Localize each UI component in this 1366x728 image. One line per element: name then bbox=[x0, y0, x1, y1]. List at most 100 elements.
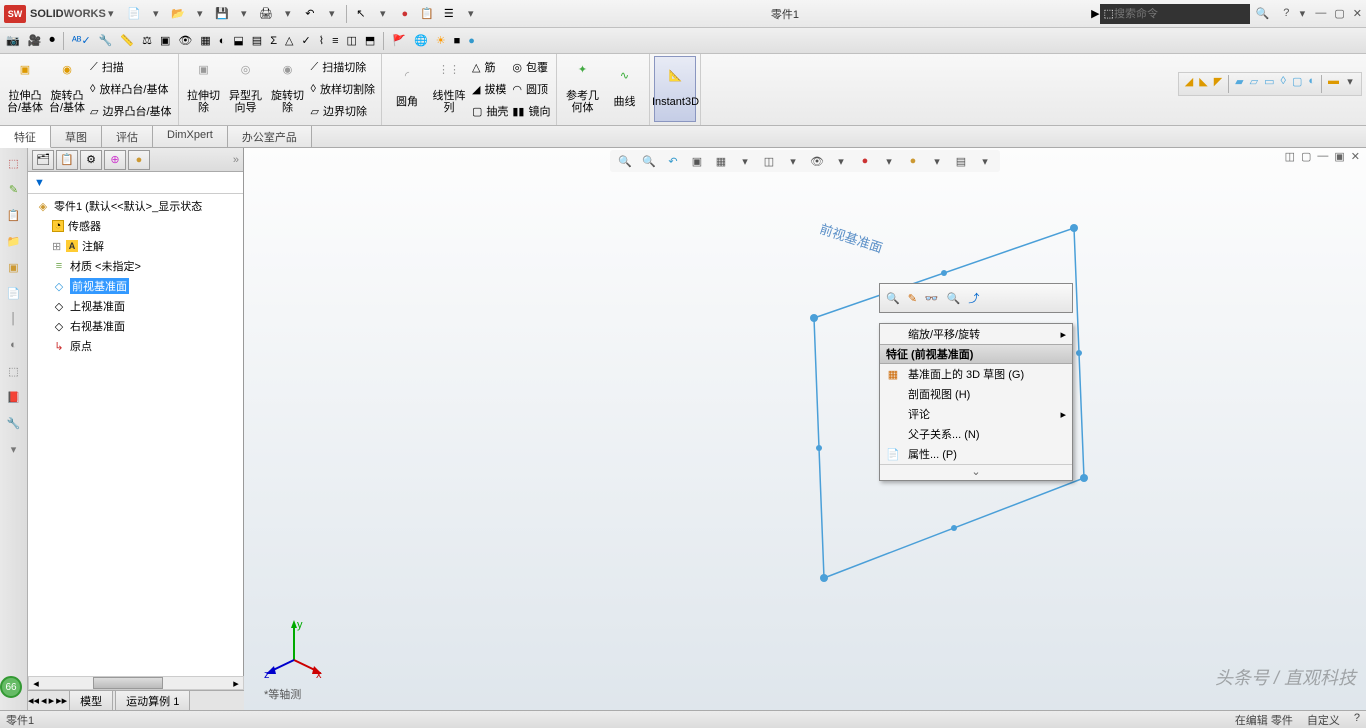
normal-to-icon[interactable]: 👓 bbox=[925, 292, 939, 305]
spellcheck-icon[interactable]: ᴬᴮ✓ bbox=[72, 34, 91, 47]
align-icon[interactable]: ▤ bbox=[252, 34, 262, 47]
surf-icon[interactable]: ◣ bbox=[1199, 75, 1207, 93]
dropdown-icon[interactable]: ▾ bbox=[236, 6, 252, 22]
ctx-parent-child[interactable]: 父子关系... (N) bbox=[880, 424, 1072, 444]
eye-icon[interactable]: 👁 bbox=[178, 34, 192, 47]
dome-button[interactable]: ◠圆顶 bbox=[510, 78, 552, 100]
view-orient-icon[interactable]: ▦ bbox=[712, 152, 730, 170]
dropdown-icon[interactable]: ▾ bbox=[148, 6, 164, 22]
ctx-comment[interactable]: 评论▸ bbox=[880, 404, 1072, 424]
menu-dropdown-icon[interactable]: ▾ bbox=[106, 7, 116, 20]
surf-icon[interactable]: ▭ bbox=[1264, 75, 1274, 93]
draft-button[interactable]: ◢拔模 bbox=[470, 78, 510, 100]
surf-icon[interactable]: ▢ bbox=[1292, 75, 1302, 93]
status-custom[interactable]: 自定义 bbox=[1307, 712, 1340, 728]
select-icon[interactable]: ↖ bbox=[353, 6, 369, 22]
hide-show-icon[interactable]: 👁 bbox=[808, 152, 826, 170]
fm-filter[interactable]: ▼ bbox=[28, 172, 243, 194]
line-icon[interactable]: │ bbox=[5, 310, 23, 328]
tab-model[interactable]: 模型 bbox=[69, 690, 113, 712]
sun-icon[interactable]: ☀ bbox=[436, 34, 446, 47]
ctx-properties[interactable]: 📄属性... (P) bbox=[880, 444, 1072, 464]
customize-icon[interactable]: ☰ bbox=[441, 6, 457, 22]
help-icon[interactable]: ? bbox=[1283, 7, 1289, 20]
clipboard-icon[interactable]: 📋 bbox=[5, 206, 23, 224]
check-icon[interactable]: ✓ bbox=[301, 34, 310, 47]
globe-icon[interactable]: 🌐 bbox=[414, 34, 428, 47]
sigma-icon[interactable]: Σ bbox=[270, 35, 277, 47]
video-icon[interactable]: 🎥 bbox=[28, 34, 42, 47]
tab-evaluate[interactable]: 评估 bbox=[102, 126, 153, 147]
tree-sensors[interactable]: ◔传感器 bbox=[28, 216, 243, 236]
box-icon[interactable]: ▣ bbox=[5, 258, 23, 276]
options-icon[interactable]: 📋 bbox=[419, 6, 435, 22]
deviation-icon[interactable]: △ bbox=[285, 34, 293, 47]
import-diag-icon[interactable]: ⬒ bbox=[365, 34, 375, 47]
appearance-icon[interactable]: ● bbox=[856, 152, 874, 170]
minimize-icon[interactable]: — bbox=[1315, 7, 1326, 20]
book-icon[interactable]: 📕 bbox=[5, 388, 23, 406]
fm-horizontal-scrollbar[interactable]: ◂▸ bbox=[28, 676, 244, 690]
surf-icon[interactable]: ▬ bbox=[1328, 75, 1339, 93]
tree-material[interactable]: ≡材质 <未指定> bbox=[28, 256, 243, 276]
rib-button[interactable]: △筋 bbox=[470, 56, 510, 78]
close-icon[interactable]: ✕ bbox=[1353, 7, 1362, 20]
tree-root[interactable]: ◈零件1 (默认<<默认>_显示状态 bbox=[28, 196, 243, 216]
measure-icon[interactable]: 📏 bbox=[120, 34, 134, 47]
sweep-cut-button[interactable]: ⟋扫描切除 bbox=[309, 56, 377, 78]
open-icon[interactable]: 📂 bbox=[170, 6, 186, 22]
wrap-button[interactable]: ◎包覆 bbox=[510, 56, 552, 78]
ref-geometry-button[interactable]: ✦参考几何体 bbox=[561, 56, 603, 122]
surf-icon[interactable]: ◐ bbox=[1308, 75, 1315, 93]
edit-sketch-icon[interactable]: ✎ bbox=[908, 292, 917, 305]
surf-icon[interactable]: ◢ bbox=[1185, 75, 1193, 93]
fillet-button[interactable]: ◜圆角 bbox=[386, 56, 428, 122]
status-help-icon[interactable]: ? bbox=[1354, 712, 1360, 728]
sketch-icon[interactable]: ✎ bbox=[5, 180, 23, 198]
vp-close-icon[interactable]: ✕ bbox=[1351, 150, 1360, 163]
vp-restore-icon[interactable]: ◫ bbox=[1285, 150, 1295, 163]
pattern-button[interactable]: ⋮⋮线性阵列 bbox=[428, 56, 470, 122]
dropdown-icon[interactable]: ▾ bbox=[280, 6, 296, 22]
zoom-area-icon[interactable]: 🔍 bbox=[640, 152, 658, 170]
boundary-cut-button[interactable]: ▱边界切除 bbox=[309, 100, 377, 122]
surf-icon[interactable]: ◤ bbox=[1214, 75, 1222, 93]
sweep-button[interactable]: ⟋扫描 bbox=[88, 56, 174, 78]
tab-dimxpert[interactable]: DimXpert bbox=[153, 126, 228, 147]
dropdown-icon[interactable]: ▾ bbox=[324, 6, 340, 22]
display-style-icon[interactable]: ◫ bbox=[760, 152, 778, 170]
sphere-icon[interactable]: ● bbox=[468, 35, 475, 47]
camera-icon[interactable]: 📷 bbox=[6, 34, 20, 47]
ctx-3d-sketch[interactable]: ▦基准面上的 3D 草图 (G) bbox=[880, 364, 1072, 384]
flag-icon[interactable]: 🚩 bbox=[392, 34, 406, 47]
tree-front-plane[interactable]: ◇前视基准面 bbox=[28, 276, 243, 296]
surf-icon[interactable]: ◊ bbox=[1281, 75, 1286, 93]
orientation-triad[interactable]: y x z bbox=[264, 620, 324, 680]
tab-nav-prev1[interactable]: ◂ bbox=[41, 694, 47, 707]
tab-nav-next[interactable]: ▸▸ bbox=[56, 694, 67, 707]
tab-nav-prev[interactable]: ◂◂ bbox=[28, 694, 39, 707]
dropdown-icon[interactable]: ▾ bbox=[463, 6, 479, 22]
boundary-button[interactable]: ▱边界凸台/基体 bbox=[88, 100, 174, 122]
shell-button[interactable]: ▢抽壳 bbox=[470, 100, 510, 122]
vp-max-icon[interactable]: ▢ bbox=[1301, 150, 1311, 163]
clipboard2-icon[interactable]: 📄 bbox=[5, 284, 23, 302]
extrude-boss-button[interactable]: ▣拉伸凸台/基体 bbox=[4, 56, 46, 122]
run-macro-icon[interactable]: ▶ bbox=[1091, 7, 1099, 20]
thickness-icon[interactable]: ◫ bbox=[347, 34, 357, 47]
axis-icon[interactable]: ⤴ bbox=[968, 290, 979, 306]
fm-tab-tree[interactable]: 🗂 bbox=[32, 150, 54, 170]
surf-icon[interactable]: ▱ bbox=[1250, 75, 1258, 93]
curves-button[interactable]: ∿曲线 bbox=[603, 56, 645, 122]
hole-wizard-button[interactable]: ◎异型孔向导 bbox=[225, 56, 267, 122]
view-settings-icon[interactable]: ▤ bbox=[952, 152, 970, 170]
fm-tab-dim[interactable]: ⊕ bbox=[104, 150, 126, 170]
save-icon[interactable]: 💾 bbox=[214, 6, 230, 22]
dropdown-icon[interactable]: ▾ bbox=[375, 6, 391, 22]
new-icon[interactable]: 📄 bbox=[126, 6, 142, 22]
mirror-button[interactable]: ▮▮镜向 bbox=[510, 100, 552, 122]
tree-annotations[interactable]: ⊞A注解 bbox=[28, 236, 243, 256]
square-icon[interactable]: ■ bbox=[454, 35, 461, 47]
revolve-cut-button[interactable]: ◉旋转切除 bbox=[267, 56, 309, 122]
compare-icon[interactable]: ⬓ bbox=[233, 34, 243, 47]
